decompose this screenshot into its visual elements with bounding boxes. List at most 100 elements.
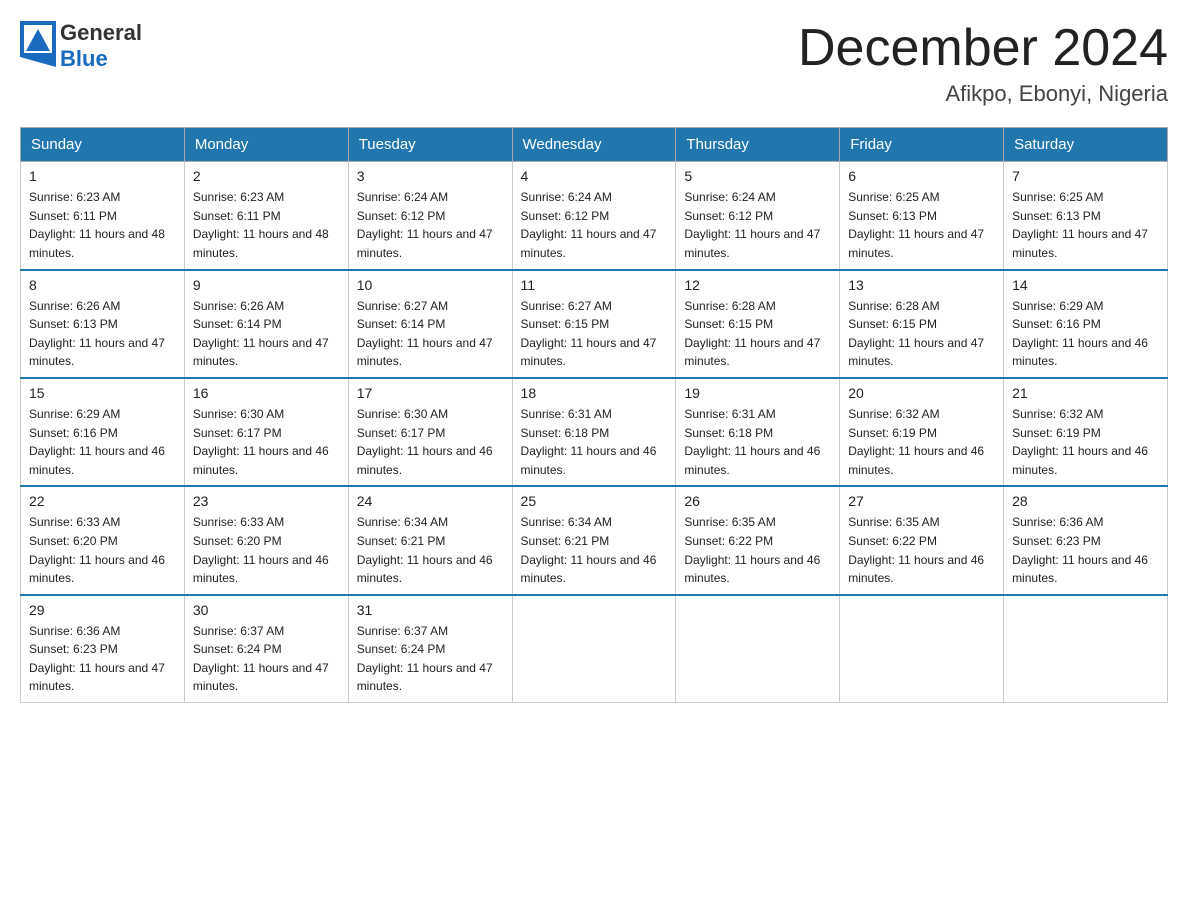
logo: General Blue (20, 20, 142, 72)
day-number: 25 (521, 493, 668, 509)
col-header-saturday: Saturday (1004, 128, 1168, 162)
calendar-cell (676, 595, 840, 703)
col-header-sunday: Sunday (21, 128, 185, 162)
day-number: 28 (1012, 493, 1159, 509)
calendar-cell (512, 595, 676, 703)
calendar-cell: 3 Sunrise: 6:24 AM Sunset: 6:12 PM Dayli… (348, 162, 512, 270)
page-header: General Blue December 2024 Afikpo, Ebony… (20, 20, 1168, 107)
day-info: Sunrise: 6:32 AM Sunset: 6:19 PM Dayligh… (848, 405, 995, 479)
calendar-cell: 22 Sunrise: 6:33 AM Sunset: 6:20 PM Dayl… (21, 486, 185, 594)
calendar-cell: 4 Sunrise: 6:24 AM Sunset: 6:12 PM Dayli… (512, 162, 676, 270)
day-info: Sunrise: 6:24 AM Sunset: 6:12 PM Dayligh… (357, 188, 504, 262)
col-header-thursday: Thursday (676, 128, 840, 162)
col-header-monday: Monday (184, 128, 348, 162)
day-number: 22 (29, 493, 176, 509)
day-number: 24 (357, 493, 504, 509)
logo-text: General Blue (60, 20, 142, 72)
calendar-cell (1004, 595, 1168, 703)
calendar-cell: 1 Sunrise: 6:23 AM Sunset: 6:11 PM Dayli… (21, 162, 185, 270)
day-info: Sunrise: 6:34 AM Sunset: 6:21 PM Dayligh… (357, 513, 504, 587)
calendar-cell: 31 Sunrise: 6:37 AM Sunset: 6:24 PM Dayl… (348, 595, 512, 703)
day-number: 29 (29, 602, 176, 618)
day-info: Sunrise: 6:33 AM Sunset: 6:20 PM Dayligh… (193, 513, 340, 587)
logo-blue: Blue (60, 46, 108, 71)
day-info: Sunrise: 6:32 AM Sunset: 6:19 PM Dayligh… (1012, 405, 1159, 479)
day-number: 26 (684, 493, 831, 509)
day-number: 9 (193, 277, 340, 293)
calendar-cell: 11 Sunrise: 6:27 AM Sunset: 6:15 PM Dayl… (512, 270, 676, 378)
calendar-cell: 16 Sunrise: 6:30 AM Sunset: 6:17 PM Dayl… (184, 378, 348, 486)
day-number: 30 (193, 602, 340, 618)
day-info: Sunrise: 6:35 AM Sunset: 6:22 PM Dayligh… (684, 513, 831, 587)
day-info: Sunrise: 6:27 AM Sunset: 6:14 PM Dayligh… (357, 297, 504, 371)
day-info: Sunrise: 6:31 AM Sunset: 6:18 PM Dayligh… (521, 405, 668, 479)
day-info: Sunrise: 6:29 AM Sunset: 6:16 PM Dayligh… (29, 405, 176, 479)
day-number: 3 (357, 168, 504, 184)
day-number: 31 (357, 602, 504, 618)
day-number: 20 (848, 385, 995, 401)
calendar-cell: 9 Sunrise: 6:26 AM Sunset: 6:14 PM Dayli… (184, 270, 348, 378)
day-number: 5 (684, 168, 831, 184)
location-title: Afikpo, Ebonyi, Nigeria (798, 81, 1168, 107)
day-number: 14 (1012, 277, 1159, 293)
logo-general: General (60, 20, 142, 45)
calendar-cell: 17 Sunrise: 6:30 AM Sunset: 6:17 PM Dayl… (348, 378, 512, 486)
day-number: 16 (193, 385, 340, 401)
calendar-cell: 27 Sunrise: 6:35 AM Sunset: 6:22 PM Dayl… (840, 486, 1004, 594)
day-number: 17 (357, 385, 504, 401)
day-info: Sunrise: 6:30 AM Sunset: 6:17 PM Dayligh… (357, 405, 504, 479)
day-info: Sunrise: 6:26 AM Sunset: 6:13 PM Dayligh… (29, 297, 176, 371)
day-number: 8 (29, 277, 176, 293)
calendar-cell: 28 Sunrise: 6:36 AM Sunset: 6:23 PM Dayl… (1004, 486, 1168, 594)
calendar-cell: 20 Sunrise: 6:32 AM Sunset: 6:19 PM Dayl… (840, 378, 1004, 486)
day-info: Sunrise: 6:36 AM Sunset: 6:23 PM Dayligh… (29, 622, 176, 696)
day-info: Sunrise: 6:28 AM Sunset: 6:15 PM Dayligh… (684, 297, 831, 371)
calendar-cell: 12 Sunrise: 6:28 AM Sunset: 6:15 PM Dayl… (676, 270, 840, 378)
day-number: 15 (29, 385, 176, 401)
day-info: Sunrise: 6:37 AM Sunset: 6:24 PM Dayligh… (357, 622, 504, 696)
day-number: 12 (684, 277, 831, 293)
day-number: 11 (521, 277, 668, 293)
day-info: Sunrise: 6:24 AM Sunset: 6:12 PM Dayligh… (521, 188, 668, 262)
day-info: Sunrise: 6:30 AM Sunset: 6:17 PM Dayligh… (193, 405, 340, 479)
col-header-tuesday: Tuesday (348, 128, 512, 162)
calendar-cell: 2 Sunrise: 6:23 AM Sunset: 6:11 PM Dayli… (184, 162, 348, 270)
day-info: Sunrise: 6:23 AM Sunset: 6:11 PM Dayligh… (193, 188, 340, 262)
calendar-cell: 5 Sunrise: 6:24 AM Sunset: 6:12 PM Dayli… (676, 162, 840, 270)
day-info: Sunrise: 6:25 AM Sunset: 6:13 PM Dayligh… (1012, 188, 1159, 262)
calendar-cell: 6 Sunrise: 6:25 AM Sunset: 6:13 PM Dayli… (840, 162, 1004, 270)
day-number: 4 (521, 168, 668, 184)
calendar-cell: 24 Sunrise: 6:34 AM Sunset: 6:21 PM Dayl… (348, 486, 512, 594)
month-title: December 2024 (798, 20, 1168, 77)
calendar-cell: 29 Sunrise: 6:36 AM Sunset: 6:23 PM Dayl… (21, 595, 185, 703)
calendar-table: SundayMondayTuesdayWednesdayThursdayFrid… (20, 127, 1168, 703)
calendar-week-row: 22 Sunrise: 6:33 AM Sunset: 6:20 PM Dayl… (21, 486, 1168, 594)
calendar-cell: 30 Sunrise: 6:37 AM Sunset: 6:24 PM Dayl… (184, 595, 348, 703)
logo-icon (20, 21, 56, 72)
day-number: 13 (848, 277, 995, 293)
day-info: Sunrise: 6:26 AM Sunset: 6:14 PM Dayligh… (193, 297, 340, 371)
calendar-cell: 18 Sunrise: 6:31 AM Sunset: 6:18 PM Dayl… (512, 378, 676, 486)
calendar-header-row: SundayMondayTuesdayWednesdayThursdayFrid… (21, 128, 1168, 162)
day-number: 19 (684, 385, 831, 401)
calendar-week-row: 8 Sunrise: 6:26 AM Sunset: 6:13 PM Dayli… (21, 270, 1168, 378)
calendar-week-row: 15 Sunrise: 6:29 AM Sunset: 6:16 PM Dayl… (21, 378, 1168, 486)
calendar-cell (840, 595, 1004, 703)
day-number: 1 (29, 168, 176, 184)
col-header-wednesday: Wednesday (512, 128, 676, 162)
day-info: Sunrise: 6:25 AM Sunset: 6:13 PM Dayligh… (848, 188, 995, 262)
day-number: 2 (193, 168, 340, 184)
calendar-week-row: 29 Sunrise: 6:36 AM Sunset: 6:23 PM Dayl… (21, 595, 1168, 703)
day-info: Sunrise: 6:34 AM Sunset: 6:21 PM Dayligh… (521, 513, 668, 587)
day-number: 7 (1012, 168, 1159, 184)
calendar-cell: 23 Sunrise: 6:33 AM Sunset: 6:20 PM Dayl… (184, 486, 348, 594)
calendar-cell: 25 Sunrise: 6:34 AM Sunset: 6:21 PM Dayl… (512, 486, 676, 594)
title-section: December 2024 Afikpo, Ebonyi, Nigeria (798, 20, 1168, 107)
day-info: Sunrise: 6:36 AM Sunset: 6:23 PM Dayligh… (1012, 513, 1159, 587)
calendar-cell: 8 Sunrise: 6:26 AM Sunset: 6:13 PM Dayli… (21, 270, 185, 378)
calendar-cell: 14 Sunrise: 6:29 AM Sunset: 6:16 PM Dayl… (1004, 270, 1168, 378)
day-info: Sunrise: 6:33 AM Sunset: 6:20 PM Dayligh… (29, 513, 176, 587)
calendar-cell: 21 Sunrise: 6:32 AM Sunset: 6:19 PM Dayl… (1004, 378, 1168, 486)
day-number: 23 (193, 493, 340, 509)
calendar-cell: 10 Sunrise: 6:27 AM Sunset: 6:14 PM Dayl… (348, 270, 512, 378)
